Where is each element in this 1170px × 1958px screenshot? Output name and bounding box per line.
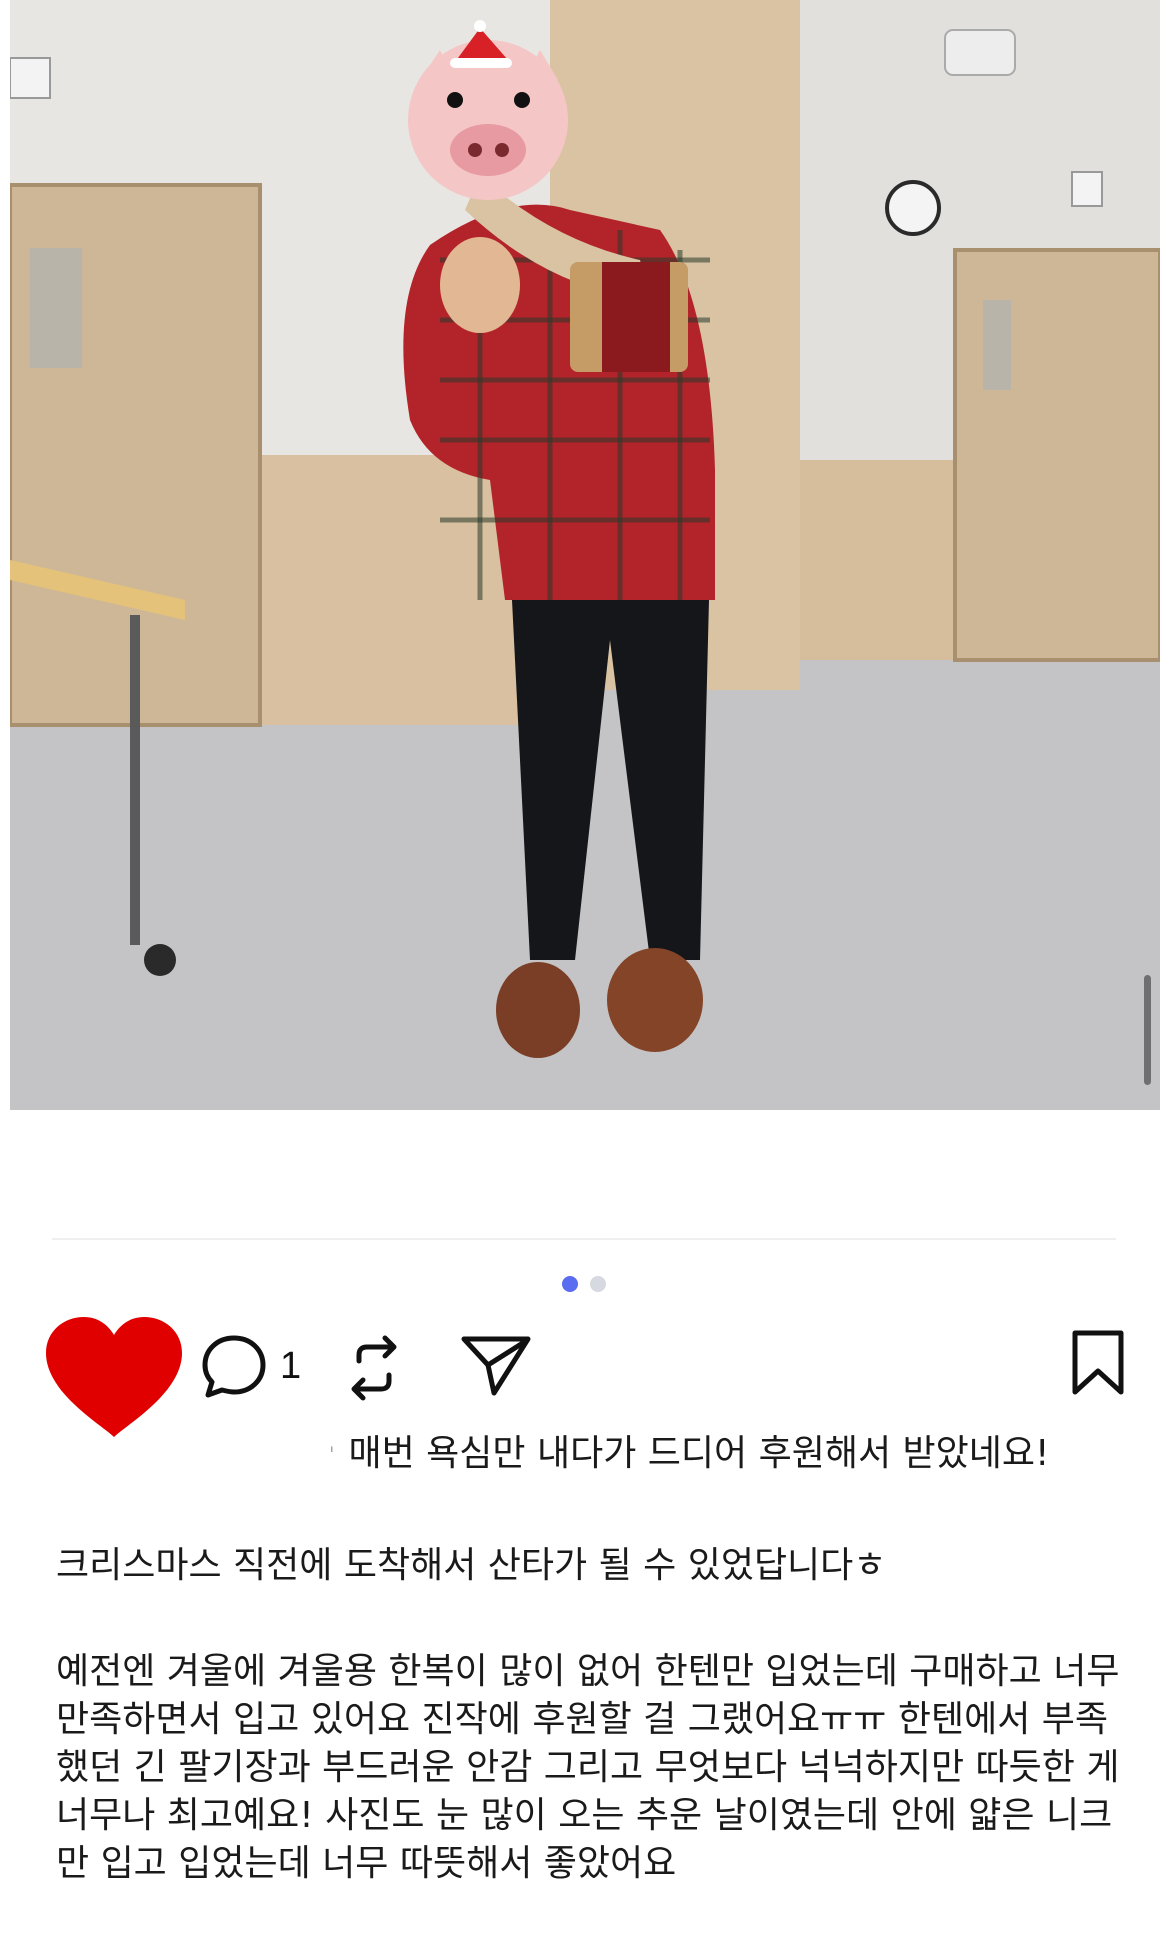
post-photo[interactable] — [10, 0, 1160, 1110]
comment-count: 1 — [280, 1344, 302, 1387]
post-action-bar: 1 — [44, 1315, 1126, 1445]
repost-button[interactable] — [345, 1335, 403, 1401]
share-button[interactable] — [460, 1333, 532, 1399]
carousel-pager[interactable] — [562, 1276, 606, 1292]
caption-line-2: 크리스마스 직전에 도착해서 산타가 될 수 있었답니다ㅎ — [56, 1545, 887, 1586]
comment-button[interactable]: 1 — [200, 1333, 301, 1399]
bookmark-icon — [1072, 1330, 1124, 1395]
caption-paragraph-3: 예전엔 겨울에 겨울용 한복이 많이 없어 한텐만 입었는데 구매하고 너무 만… — [56, 1651, 1120, 1884]
pager-dot-1[interactable] — [562, 1276, 578, 1292]
caption-line-1: ˈ 매번 욕심만 내다가 드디어 후원해서 받았네요! — [329, 1430, 1049, 1479]
paper-plane-icon — [461, 1336, 531, 1396]
scrollbar-thumb[interactable] — [1144, 975, 1151, 1085]
repost-icon — [351, 1335, 397, 1401]
pager-dot-2[interactable] — [590, 1276, 606, 1292]
caption-mark: ˈ — [329, 1443, 335, 1467]
comment-bubble-icon — [202, 1335, 266, 1398]
bookmark-button[interactable] — [1070, 1329, 1126, 1397]
divider — [52, 1238, 1116, 1240]
heart-icon — [46, 1317, 182, 1437]
caption-line-1-text: 매번 욕심만 내다가 드디어 후원해서 받았네요! — [348, 1433, 1050, 1474]
like-button[interactable] — [44, 1315, 184, 1441]
